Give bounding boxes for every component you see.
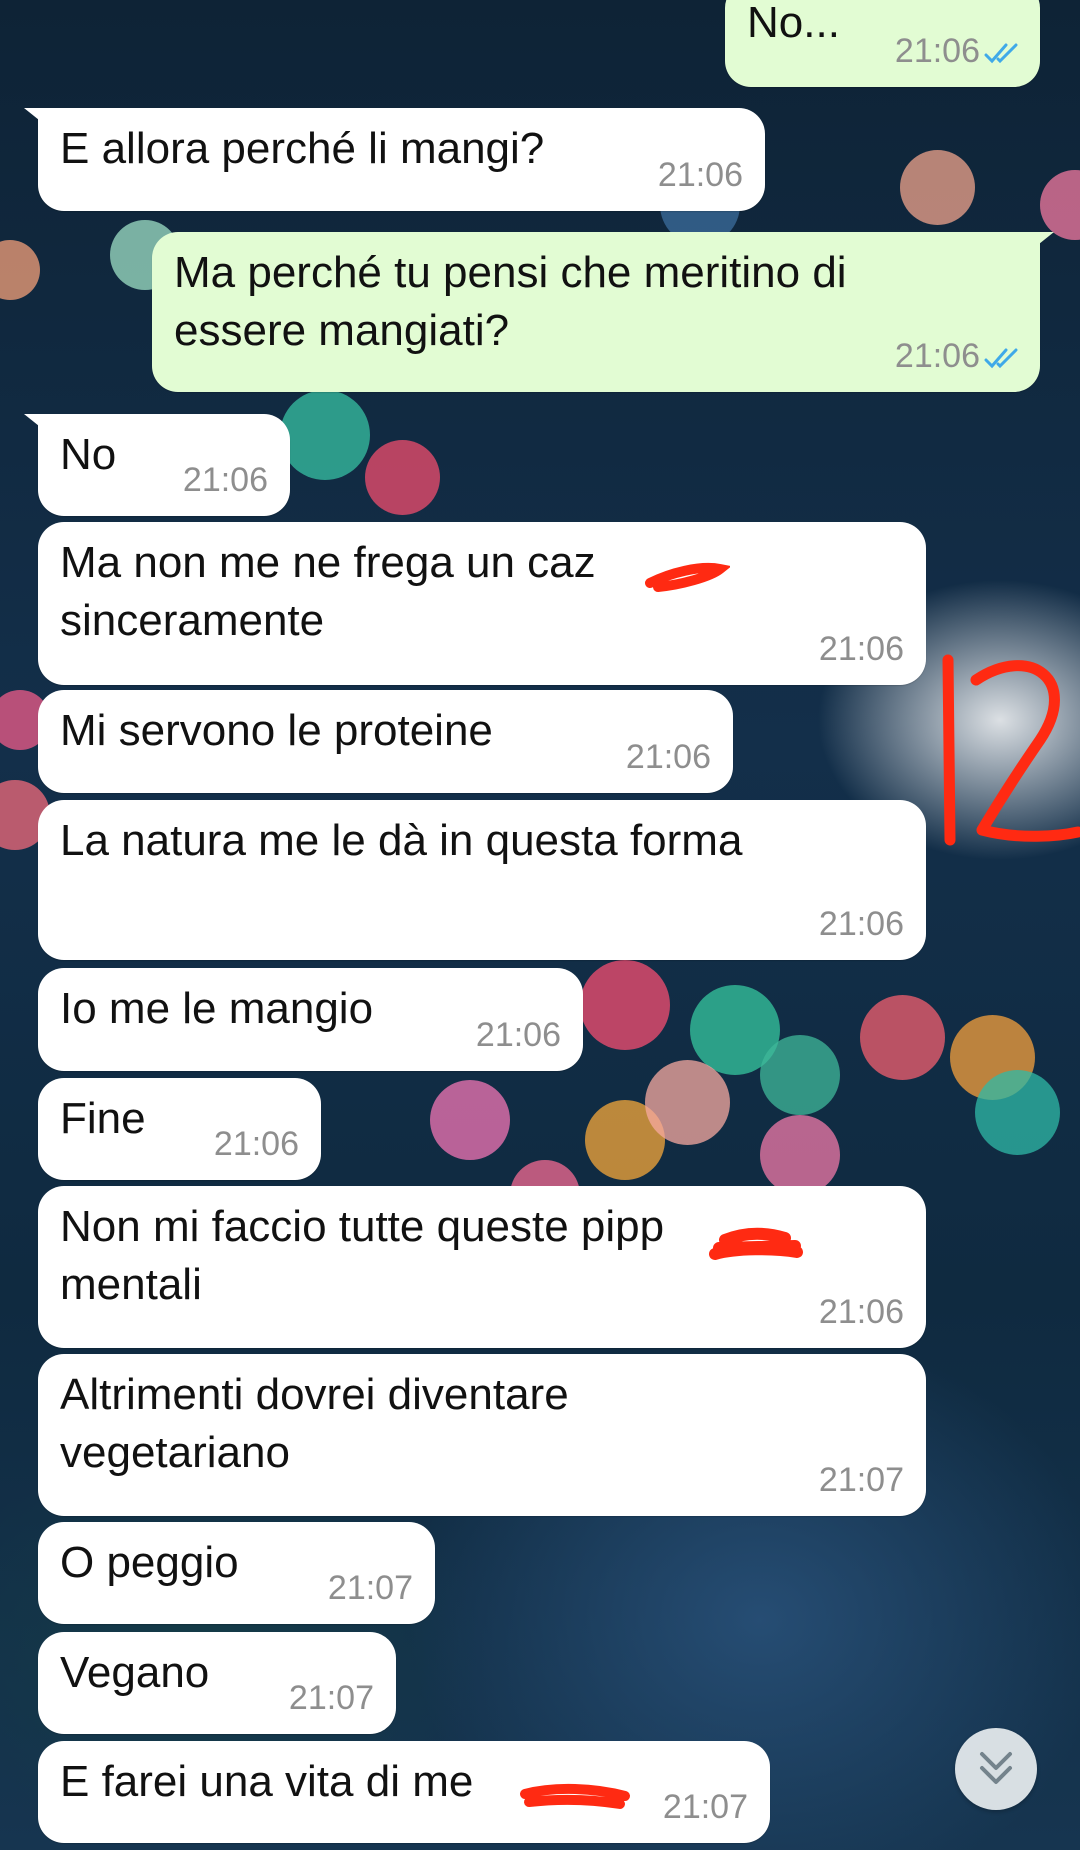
- wallpaper-bokeh: [280, 390, 370, 480]
- message-text-line: La natura me le dà in questa forma: [60, 816, 743, 865]
- outgoing-message-bubble[interactable]: No... 21:06: [725, 0, 1040, 87]
- redaction-scribble: [705, 1218, 810, 1273]
- incoming-message-bubble[interactable]: Vegano 21:07: [38, 1632, 396, 1734]
- wallpaper-bokeh: [645, 1060, 730, 1145]
- message-text: Vegano: [60, 1644, 209, 1702]
- message-text-line: Non mi faccio tutte queste pipp: [60, 1202, 665, 1251]
- incoming-message-bubble[interactable]: La natura me le dà in questa forma 21:06: [38, 800, 926, 960]
- message-text: No...: [747, 0, 840, 52]
- incoming-message-bubble[interactable]: Io me le mangio 21:06: [38, 968, 583, 1071]
- message-text-line: Fine: [60, 1094, 146, 1143]
- message-text-line: vegetariano: [60, 1428, 290, 1477]
- double-chevron-down-icon: [980, 1752, 1012, 1784]
- message-text: Ma non me ne frega un caz sinceramente: [60, 534, 596, 650]
- message-timestamp: 21:07: [662, 1788, 748, 1826]
- message-text-line: No: [60, 430, 117, 479]
- message-text-line: mentali: [60, 1260, 202, 1309]
- incoming-message-bubble[interactable]: Fine 21:06: [38, 1078, 321, 1180]
- read-receipt-double-check-icon: [984, 43, 1018, 64]
- message-timestamp: 21:06: [182, 461, 268, 499]
- read-receipt-double-check-icon: [984, 348, 1018, 369]
- message-timestamp: 21:06: [894, 32, 980, 70]
- message-timestamp: 21:06: [818, 905, 904, 943]
- wallpaper-bokeh: [760, 1115, 840, 1195]
- message-text: Non mi faccio tutte queste pipp mentali: [60, 1198, 664, 1314]
- incoming-message-bubble[interactable]: O peggio 21:07: [38, 1522, 435, 1624]
- outgoing-message-bubble[interactable]: Ma perché tu pensi che meritino di essere…: [152, 232, 1054, 392]
- message-text-line: Ma non me ne frega un caz: [60, 538, 596, 587]
- message-text-line: E farei una vita di me: [60, 1757, 474, 1806]
- message-text-line: sinceramente: [60, 596, 325, 645]
- incoming-message-bubble[interactable]: Ma non me ne frega un caz sinceramente 21:…: [38, 522, 926, 685]
- wallpaper-bokeh: [430, 1080, 510, 1160]
- message-text-line: Altrimenti dovrei diventare: [60, 1370, 569, 1419]
- message-text-line: Vegano: [60, 1648, 210, 1697]
- message-timestamp: 21:06: [213, 1125, 299, 1163]
- message-text: La natura me le dà in questa forma: [60, 812, 742, 870]
- incoming-message-bubble[interactable]: Mi servono le proteine 21:06: [38, 690, 733, 793]
- wallpaper-bokeh: [900, 150, 975, 225]
- bubble-tail: [24, 414, 54, 438]
- message-text: Io me le mangio: [60, 980, 373, 1038]
- message-text-line: O peggio: [60, 1538, 239, 1587]
- handwritten-annotation: 12: [930, 650, 1080, 855]
- message-text-line: E allora perché li mangi?: [60, 124, 545, 173]
- message-text: O peggio: [60, 1534, 239, 1592]
- scroll-to-bottom-button[interactable]: [955, 1728, 1037, 1810]
- incoming-message-bubble[interactable]: Altrimenti dovrei diventare vegetariano 21…: [38, 1354, 926, 1516]
- message-text: Mi servono le proteine: [60, 702, 493, 760]
- incoming-message-bubble[interactable]: E allora perché li mangi? 21:06: [24, 108, 765, 211]
- message-text-line: Mi servono le proteine: [60, 706, 493, 755]
- message-timestamp: 21:06: [475, 1016, 561, 1054]
- redaction-scribble: [640, 555, 732, 600]
- message-text: No: [60, 426, 116, 484]
- message-text-line: No...: [747, 0, 840, 47]
- wallpaper-bokeh: [1040, 170, 1080, 240]
- message-text-line: Io me le mangio: [60, 984, 374, 1033]
- message-timestamp: 21:06: [894, 337, 980, 375]
- wallpaper-bokeh: [760, 1035, 840, 1115]
- message-text: E allora perché li mangi?: [60, 120, 544, 178]
- message-text: Fine: [60, 1090, 146, 1148]
- message-text-line: essere mangiati?: [174, 306, 510, 355]
- incoming-message-bubble[interactable]: E farei una vita di me 21:07: [38, 1741, 770, 1843]
- message-text: Ma perché tu pensi che meritino di essere…: [174, 244, 847, 360]
- bubble-tail: [24, 108, 54, 132]
- wallpaper-bokeh: [0, 240, 40, 300]
- message-timestamp: 21:06: [657, 156, 743, 194]
- bubble-tail: [1024, 232, 1054, 256]
- message-text: Altrimenti dovrei diventare vegetariano: [60, 1366, 569, 1482]
- message-text-line: Ma perché tu pensi che meritino di: [174, 248, 847, 297]
- wallpaper-bokeh: [860, 995, 945, 1080]
- wallpaper-bokeh: [580, 960, 670, 1050]
- message-timestamp: 21:07: [818, 1461, 904, 1499]
- wallpaper-bokeh: [975, 1070, 1060, 1155]
- message-timestamp: 21:06: [818, 630, 904, 668]
- message-text: E farei una vita di me: [60, 1753, 473, 1811]
- message-timestamp: 21:07: [327, 1569, 413, 1607]
- wallpaper-bokeh: [365, 440, 440, 515]
- message-timestamp: 21:06: [818, 1293, 904, 1331]
- redaction-scribble: [515, 1776, 635, 1821]
- incoming-message-bubble[interactable]: No 21:06: [24, 414, 290, 516]
- annotation-text: 12: [930, 650, 931, 651]
- message-timestamp: 21:06: [625, 738, 711, 776]
- message-timestamp: 21:07: [288, 1679, 374, 1717]
